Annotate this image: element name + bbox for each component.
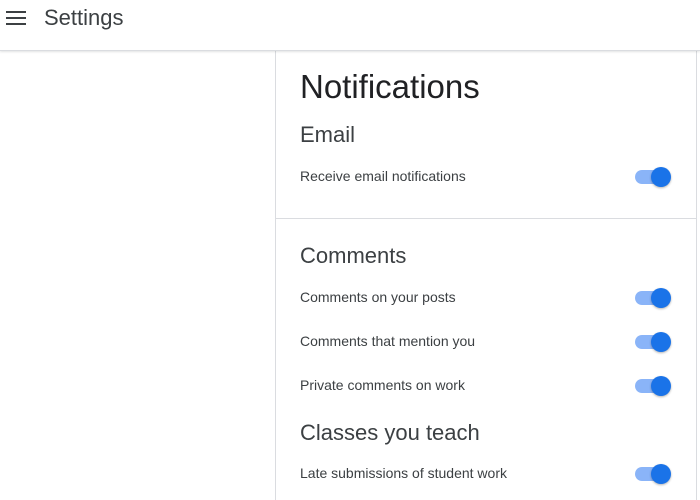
setting-row-comments-on-your-posts: Comments on your posts (276, 282, 696, 312)
toggle-private-comments-on-work[interactable] (635, 375, 673, 396)
setting-label: Receive email notifications (300, 168, 466, 184)
hamburger-menu-icon (6, 11, 26, 25)
setting-row-comments-that-mention-you: Comments that mention you (276, 326, 696, 356)
setting-row-receive-email-notifications: Receive email notifications (276, 161, 696, 191)
toggle-thumb (651, 288, 671, 308)
section-heading-email: Email (300, 122, 356, 147)
page-title: Notifications (300, 68, 480, 105)
notifications-panel: Notifications Email Receive email notifi… (275, 51, 697, 500)
section-heading-comments: Comments (300, 243, 407, 268)
toggle-thumb (651, 167, 671, 187)
toggle-comments-on-your-posts[interactable] (635, 287, 673, 308)
toggle-thumb (651, 376, 671, 396)
setting-label: Private comments on work (300, 377, 465, 393)
section-heading-classes-you-teach: Classes you teach (300, 420, 480, 445)
top-app-bar: Settings (0, 0, 700, 51)
toggle-receive-email-notifications[interactable] (635, 166, 673, 187)
toggle-thumb (651, 464, 671, 484)
toggle-late-submissions-of-student-work[interactable] (635, 463, 673, 484)
main-menu-button[interactable] (0, 2, 32, 34)
setting-row-private-comments-on-work: Private comments on work (276, 370, 696, 400)
setting-label: Comments that mention you (300, 333, 476, 349)
setting-label: Comments on your posts (300, 289, 456, 305)
setting-row-late-submissions-of-student-work: Late submissions of student work (276, 458, 696, 488)
toggle-thumb (651, 332, 671, 352)
section-divider (276, 218, 696, 219)
app-title: Settings (44, 5, 124, 30)
toggle-comments-that-mention-you[interactable] (635, 331, 673, 352)
setting-label: Late submissions of student work (300, 465, 507, 481)
